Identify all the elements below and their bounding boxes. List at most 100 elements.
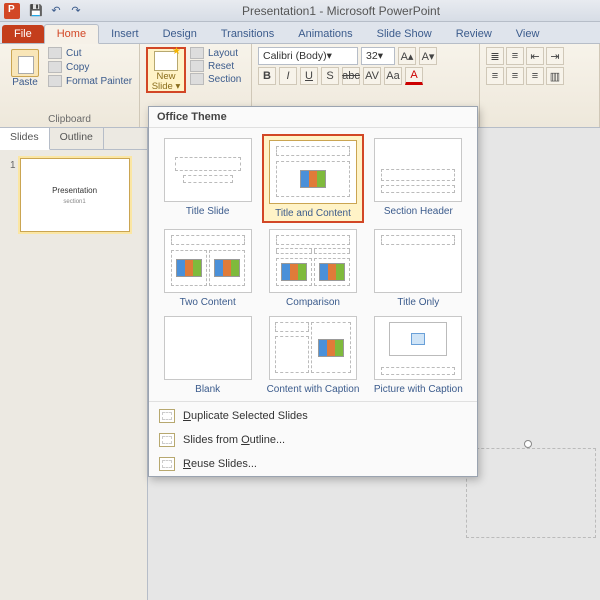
align-right-button[interactable]: ≡	[526, 67, 544, 85]
slide-placeholder[interactable]	[466, 448, 596, 538]
format-painter-icon	[48, 75, 62, 87]
content-icon	[318, 339, 344, 357]
layout-thumb	[164, 138, 252, 202]
layout-label: Title and Content	[266, 208, 359, 219]
cmd-label: Reuse Slides...	[183, 458, 257, 470]
cmd-label: Slides from Outline...	[183, 434, 285, 446]
outline-icon	[159, 433, 175, 447]
tab-insert[interactable]: Insert	[99, 25, 151, 43]
shrink-font-button[interactable]: A▾	[419, 47, 437, 65]
group-paragraph: ≣ ≡ ⇤ ⇥ ≡ ≡ ≡ ▥	[480, 44, 600, 127]
pane-tab-outline[interactable]: Outline	[50, 128, 104, 149]
content-icon	[300, 170, 326, 188]
new-slide-dropdown: Office Theme Title Slide Title and Conte…	[148, 106, 478, 477]
layout-picture-with-caption[interactable]: Picture with Caption	[368, 312, 469, 397]
app-icon	[4, 3, 20, 19]
layout-thumb	[269, 229, 357, 293]
cmd-duplicate-slides[interactable]: Duplicate Selected Slides	[149, 404, 477, 428]
qat-save-icon[interactable]: 💾	[26, 2, 46, 20]
align-left-button[interactable]: ≡	[486, 67, 504, 85]
layout-label: Title Slide	[159, 206, 256, 217]
underline-button[interactable]: U	[300, 67, 318, 85]
layout-title-only[interactable]: Title Only	[368, 225, 469, 310]
layout-gallery: Title Slide Title and Content Section He…	[149, 128, 477, 399]
layout-label: Blank	[159, 384, 256, 395]
tab-review[interactable]: Review	[444, 25, 504, 43]
italic-button[interactable]: I	[279, 67, 297, 85]
paste-button[interactable]: Paste	[6, 47, 44, 88]
numbering-button[interactable]: ≡	[506, 47, 524, 65]
strike-button[interactable]: abc	[342, 67, 360, 85]
layout-thumb	[164, 316, 252, 380]
copy-button[interactable]: Copy	[48, 61, 132, 73]
section-icon	[190, 73, 204, 85]
quick-access-toolbar: 💾 ↶ ↷ Presentation1 - Microsoft PowerPoi…	[0, 0, 600, 22]
slide-number: 1	[10, 160, 16, 171]
tab-design[interactable]: Design	[151, 25, 209, 43]
section-button[interactable]: Section	[190, 73, 241, 85]
font-size-combo[interactable]: 32 ▾	[361, 47, 395, 65]
layout-title-slide[interactable]: Title Slide	[157, 134, 258, 223]
format-painter-button[interactable]: Format Painter	[48, 75, 132, 87]
layout-icon	[190, 47, 204, 59]
tab-slideshow[interactable]: Slide Show	[365, 25, 444, 43]
layout-label: Comparison	[264, 297, 361, 308]
new-slide-icon	[154, 51, 178, 71]
new-slide-button[interactable]: New Slide ▾	[146, 47, 186, 93]
dropdown-header: Office Theme	[149, 107, 477, 128]
font-name-combo[interactable]: Calibri (Body) ▾	[258, 47, 358, 65]
copy-label: Copy	[66, 62, 89, 73]
layout-section-header[interactable]: Section Header	[368, 134, 469, 223]
slide-thumbnail[interactable]: 1 Presentation section1	[10, 158, 137, 232]
slide-thumb-sub: section1	[63, 199, 85, 205]
layout-label: Title Only	[370, 297, 467, 308]
layout-content-with-caption[interactable]: Content with Caption	[262, 312, 363, 397]
pane-tab-slides[interactable]: Slides	[0, 128, 50, 150]
layout-comparison[interactable]: Comparison	[262, 225, 363, 310]
tab-transitions[interactable]: Transitions	[209, 25, 286, 43]
resize-handle[interactable]	[524, 440, 532, 448]
qat-redo-icon[interactable]: ↷	[66, 2, 86, 20]
group-label-clipboard: Clipboard	[6, 114, 133, 126]
font-color-button[interactable]: A	[405, 67, 423, 85]
paste-label: Paste	[6, 77, 44, 88]
content-icon	[176, 259, 202, 277]
layout-label: Two Content	[159, 297, 256, 308]
cmd-reuse-slides[interactable]: Reuse Slides...	[149, 452, 477, 476]
tab-view[interactable]: View	[504, 25, 552, 43]
reset-button[interactable]: Reset	[190, 60, 241, 72]
cut-button[interactable]: Cut	[48, 47, 132, 59]
align-center-button[interactable]: ≡	[506, 67, 524, 85]
cmd-slides-from-outline[interactable]: Slides from Outline...	[149, 428, 477, 452]
layout-thumb	[374, 138, 462, 202]
columns-button[interactable]: ▥	[546, 67, 564, 85]
slide-thumb-box: Presentation section1	[20, 158, 130, 232]
indent-inc-button[interactable]: ⇥	[546, 47, 564, 65]
indent-dec-button[interactable]: ⇤	[526, 47, 544, 65]
bold-button[interactable]: B	[258, 67, 276, 85]
tab-animations[interactable]: Animations	[286, 25, 364, 43]
copy-icon	[48, 61, 62, 73]
font-size-value: 32	[366, 50, 378, 62]
reset-icon	[190, 60, 204, 72]
bullets-button[interactable]: ≣	[486, 47, 504, 65]
layout-blank[interactable]: Blank	[157, 312, 258, 397]
tab-file[interactable]: File	[2, 25, 44, 43]
section-label: Section	[208, 74, 241, 85]
grow-font-button[interactable]: A▴	[398, 47, 416, 65]
ribbon-tabs: File Home Insert Design Transitions Anim…	[0, 22, 600, 44]
cmd-label: Duplicate Selected Slides	[183, 410, 308, 422]
layout-button[interactable]: Layout	[190, 47, 241, 59]
shadow-button[interactable]: S	[321, 67, 339, 85]
change-case-button[interactable]: Aa	[384, 67, 402, 85]
layout-two-content[interactable]: Two Content	[157, 225, 258, 310]
layout-title-and-content[interactable]: Title and Content	[262, 134, 363, 223]
layout-label: Section Header	[370, 206, 467, 217]
qat-undo-icon[interactable]: ↶	[46, 2, 66, 20]
layout-label: Content with Caption	[264, 384, 361, 395]
content-icon	[281, 263, 307, 281]
tab-home[interactable]: Home	[44, 24, 99, 44]
cut-icon	[48, 47, 62, 59]
duplicate-icon	[159, 409, 175, 423]
char-spacing-button[interactable]: AV	[363, 67, 381, 85]
